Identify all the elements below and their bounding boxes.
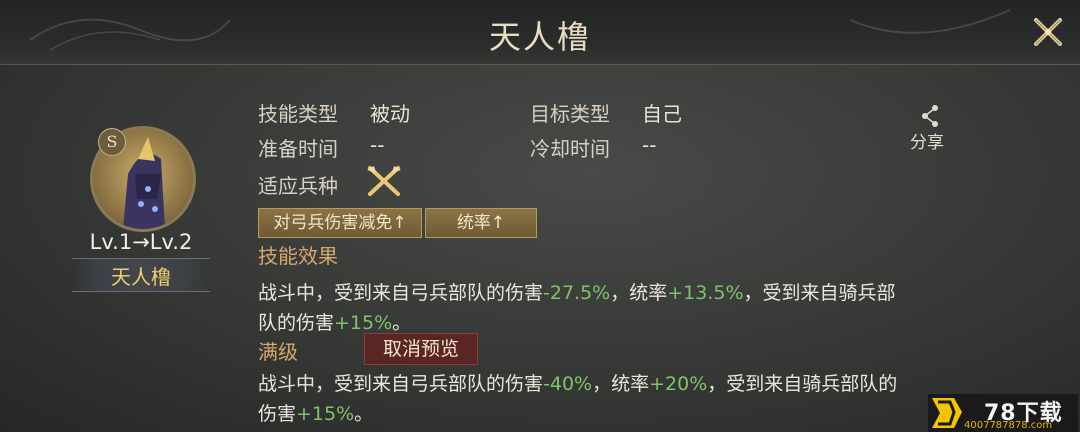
- share-icon[interactable]: [920, 104, 940, 128]
- prep-time-value: --: [370, 133, 385, 157]
- level-progress: Lv.1→Lv.2: [89, 230, 193, 254]
- target-type-label: 目标类型: [530, 102, 610, 126]
- prep-time-label: 准备时间: [258, 137, 338, 161]
- watermark-url: 4007787878.com: [964, 420, 1053, 431]
- hero-name: 天人橹: [111, 265, 171, 289]
- cooldown-label: 冷却时间: [530, 137, 610, 161]
- crossed-weapons-icon: [367, 166, 401, 196]
- cancel-preview-button[interactable]: 取消预览: [364, 333, 478, 365]
- skill-effect-heading: 技能效果: [258, 244, 338, 268]
- page-title: 天人橹: [488, 18, 591, 56]
- troop-type-label: 适应兵种: [258, 174, 338, 198]
- skill-type-label: 技能类型: [258, 102, 338, 126]
- hero-rank-badge: S: [98, 128, 126, 156]
- skill-effect-text: 战斗中，受到来自弓兵部队的伤害-27.5%，统率+13.5%，受到来自骑兵部 队…: [258, 282, 896, 334]
- target-type-value: 自己: [642, 102, 682, 126]
- title-bar: 天人橹: [0, 0, 1080, 65]
- tag-command: 统率↑: [425, 208, 537, 238]
- share-label[interactable]: 分享: [910, 128, 944, 153]
- skill-type-value: 被动: [370, 102, 410, 126]
- close-icon[interactable]: [1028, 12, 1068, 52]
- max-level-heading: 满级: [258, 340, 298, 364]
- cooldown-value: --: [642, 133, 657, 157]
- tag-archer-dmg-reduction: 对弓兵伤害减免↑: [258, 208, 422, 238]
- max-level-text: 战斗中，受到来自弓兵部队的伤害-40%，统率+20%，受到来自骑兵部队的 伤害+…: [258, 373, 898, 425]
